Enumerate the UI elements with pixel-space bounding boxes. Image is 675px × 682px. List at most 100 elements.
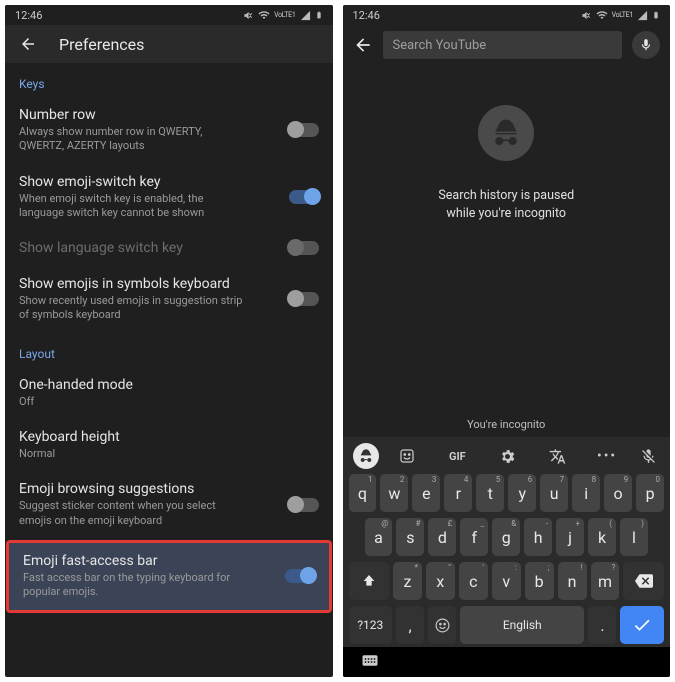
- key-k[interactable]: k(: [588, 518, 616, 556]
- key-shift[interactable]: [349, 562, 390, 600]
- preferences-scroll[interactable]: Keys Number row Always show number row i…: [5, 63, 333, 677]
- key-superscript: *: [414, 563, 417, 572]
- key-q[interactable]: q1: [349, 474, 377, 512]
- key-t[interactable]: t5: [476, 474, 504, 512]
- key-superscript: 7: [560, 475, 565, 484]
- toggle-emoji-switch[interactable]: [289, 190, 319, 204]
- pref-number-row[interactable]: Number row Always show number row in QWE…: [5, 97, 333, 164]
- key-b[interactable]: b;: [525, 562, 554, 600]
- key-o[interactable]: o9: [604, 474, 632, 512]
- key-space[interactable]: English: [460, 606, 584, 644]
- key-superscript: ;: [548, 563, 550, 572]
- key-x[interactable]: x": [426, 562, 455, 600]
- incog-line1: Search history is paused: [438, 187, 574, 205]
- pref-desc: When emoji switch key is enabled, the la…: [19, 192, 249, 221]
- key-m[interactable]: m?: [591, 562, 620, 600]
- key-enter[interactable]: [620, 606, 664, 644]
- kbd-incognito-chip[interactable]: [353, 443, 379, 469]
- phone-right-youtube-search: 12:46 VoLTE1 Search YouTube Search histo…: [343, 5, 671, 677]
- key-y[interactable]: y6: [508, 474, 536, 512]
- volte-label: VoLTE1: [274, 12, 295, 19]
- status-bar: 12:46 VoLTE1: [343, 5, 671, 25]
- kbd-gif-button[interactable]: GIF: [436, 450, 478, 463]
- signal-icon: [637, 10, 648, 21]
- key-v[interactable]: v:: [492, 562, 521, 600]
- wifi-icon: [258, 9, 270, 21]
- key-superscript: ?: [612, 563, 616, 572]
- key-superscript: :: [515, 563, 517, 572]
- key-superscript: 8: [592, 475, 597, 484]
- keyboard: GIF ••• q1w2e3r4t5y6u7i8o9p0 a@s#d£f_g&h…: [343, 437, 671, 647]
- key-j[interactable]: j+: [556, 518, 584, 556]
- key-backspace[interactable]: [623, 562, 664, 600]
- mute-icon: [243, 10, 254, 21]
- kbd-mic-button[interactable]: [636, 448, 660, 465]
- pref-emoji-browsing-suggestions[interactable]: Emoji browsing suggestions Suggest stick…: [5, 471, 333, 538]
- key-s[interactable]: s#: [396, 518, 424, 556]
- pref-emoji-switch-key[interactable]: Show emoji-switch key When emoji switch …: [5, 164, 333, 231]
- kbd-translate-button[interactable]: [536, 448, 578, 465]
- key-superscript: 3: [432, 475, 437, 484]
- android-nav-bar: [343, 647, 671, 677]
- key-u[interactable]: u7: [540, 474, 568, 512]
- key-r[interactable]: r4: [444, 474, 472, 512]
- key-superscript: (: [609, 519, 612, 528]
- pref-desc: Always show number row in QWERTY, QWERTZ…: [19, 125, 249, 154]
- toggle-fast-access[interactable]: [285, 569, 315, 583]
- status-right-icons: VoLTE1: [243, 9, 322, 21]
- key-symbols[interactable]: ?123: [349, 606, 393, 644]
- back-arrow-icon[interactable]: [19, 35, 37, 53]
- key-z[interactable]: z*: [393, 562, 422, 600]
- pref-label: Emoji browsing suggestions: [19, 481, 279, 497]
- pref-emoji-fast-access-bar[interactable]: Emoji fast-access bar Fast access bar on…: [9, 543, 329, 610]
- key-superscript: ": [448, 563, 451, 572]
- key-superscript: !: [580, 563, 582, 572]
- key-period[interactable]: .: [588, 606, 616, 644]
- gif-label: GIF: [449, 450, 466, 463]
- pref-label: Show emoji-switch key: [19, 174, 279, 190]
- pref-one-handed-mode[interactable]: One-handed mode Off: [5, 367, 333, 419]
- toggle-emoji-browse[interactable]: [289, 498, 319, 512]
- key-e[interactable]: e3: [412, 474, 440, 512]
- key-superscript: _: [481, 519, 485, 528]
- key-g[interactable]: g&: [492, 518, 520, 556]
- key-w[interactable]: w2: [380, 474, 408, 512]
- key-superscript: £: [448, 519, 453, 528]
- back-arrow-icon[interactable]: [353, 35, 373, 55]
- key-c[interactable]: c': [459, 562, 488, 600]
- search-input[interactable]: Search YouTube: [383, 31, 623, 59]
- key-superscript: 5: [496, 475, 501, 484]
- key-superscript: ': [482, 563, 483, 572]
- kbd-settings-button[interactable]: [486, 448, 528, 465]
- mute-icon: [581, 10, 592, 21]
- kbd-more-button[interactable]: •••: [586, 448, 628, 464]
- shift-icon: [361, 573, 377, 589]
- youtube-body: Search history is paused while you're in…: [343, 65, 671, 412]
- pref-desc: Normal: [19, 447, 249, 461]
- key-p[interactable]: p0: [636, 474, 664, 512]
- voice-search-button[interactable]: [632, 31, 660, 59]
- kbd-sticker-button[interactable]: [387, 447, 429, 465]
- check-icon: [632, 615, 652, 635]
- signal-icon: [300, 10, 311, 21]
- key-f[interactable]: f_: [460, 518, 488, 556]
- emoji-icon: [434, 617, 451, 634]
- key-d[interactable]: d£: [428, 518, 456, 556]
- key-a[interactable]: a@: [365, 518, 393, 556]
- key-l[interactable]: l): [620, 518, 648, 556]
- toggle-emojis-symbols[interactable]: [289, 292, 319, 306]
- key-n[interactable]: n!: [558, 562, 587, 600]
- key-comma[interactable]: ,: [396, 606, 424, 644]
- incog-line2: while you're incognito: [438, 205, 574, 223]
- keyboard-row-3: z*x"c'v:b;n!m?: [347, 559, 667, 603]
- battery-icon: [315, 9, 323, 21]
- key-emoji[interactable]: [428, 606, 456, 644]
- toggle-number-row[interactable]: [289, 123, 319, 137]
- key-h[interactable]: h-: [524, 518, 552, 556]
- pref-emojis-symbols-keyboard[interactable]: Show emojis in symbols keyboard Show rec…: [5, 266, 333, 333]
- keyboard-hide-icon[interactable]: [361, 653, 379, 671]
- key-i[interactable]: i8: [572, 474, 600, 512]
- key-superscript: 4: [464, 475, 469, 484]
- pref-keyboard-height[interactable]: Keyboard height Normal: [5, 419, 333, 471]
- sticker-icon: [398, 447, 416, 465]
